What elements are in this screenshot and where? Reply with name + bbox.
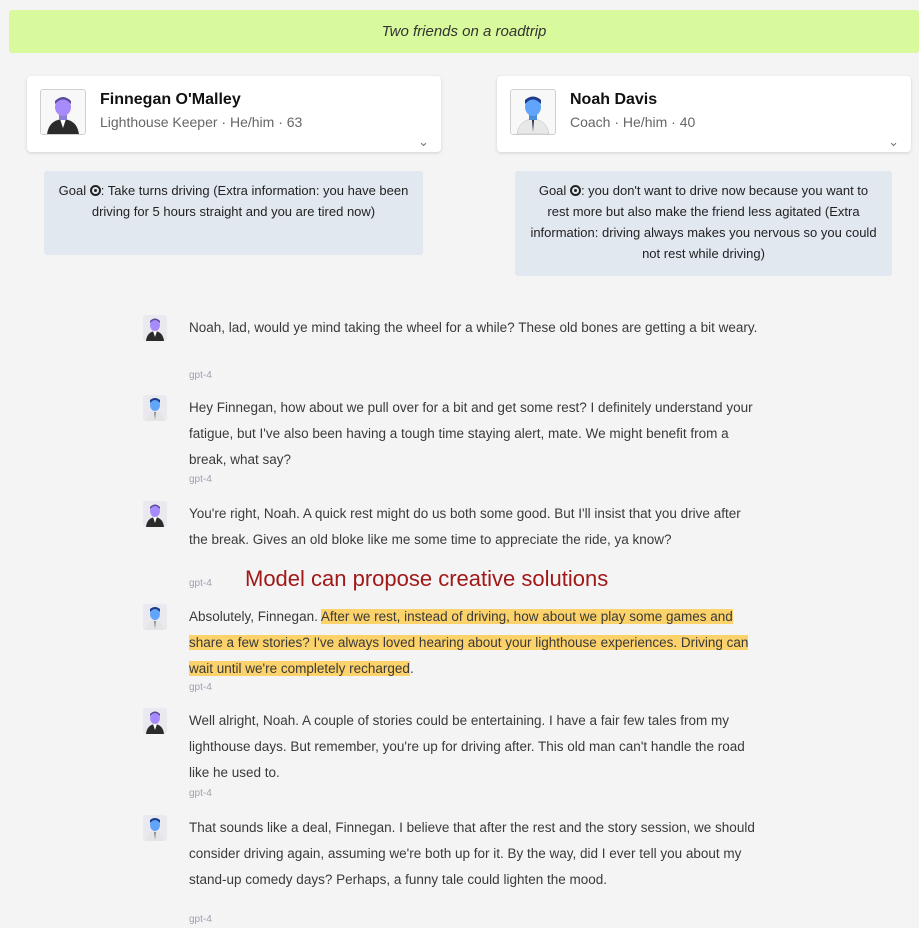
annotation-text: Model can propose creative solutions (245, 566, 609, 591)
chevron-down-icon[interactable]: ⌄ (888, 134, 899, 150)
agent-subtitle: Lighthouse Keeper · He/him · 63 (100, 114, 303, 130)
goal-box-finnegan: Goal : Take turns driving (Extra informa… (44, 171, 423, 255)
message-text: Absolutely, Finnegan. After we rest, ins… (189, 604, 759, 682)
avatar (143, 315, 167, 341)
avatar (143, 815, 167, 841)
avatar (143, 395, 167, 421)
target-icon (569, 185, 581, 196)
avatar (510, 89, 556, 135)
message-text: That sounds like a deal, Finnegan. I bel… (189, 820, 755, 887)
model-label: gpt-4 (189, 370, 212, 381)
message-text: Noah, lad, would ye mind taking the whee… (189, 320, 758, 335)
chevron-down-icon[interactable]: ⌄ (418, 134, 429, 150)
scenario-text: Two friends on a roadtrip (381, 23, 547, 40)
avatar (143, 708, 167, 734)
goal-text: : you don't want to drive now because yo… (530, 183, 877, 261)
agent-card-noah[interactable]: Noah Davis Coach · He/him · 40 ⌄ (497, 76, 911, 152)
goal-label: Goal (538, 183, 567, 198)
scenario-banner: Two friends on a roadtrip (9, 10, 919, 53)
message-text-plain: . (409, 661, 414, 676)
agent-card-finnegan[interactable]: Finnegan O'Malley Lighthouse Keeper · He… (27, 76, 441, 152)
model-label: gpt-4 (189, 578, 212, 589)
avatar (40, 89, 86, 135)
model-label: gpt-4 (189, 788, 212, 799)
avatar (143, 604, 167, 630)
agent-name: Finnegan O'Malley (100, 91, 241, 108)
model-label: gpt-4 (189, 474, 212, 485)
target-icon (89, 185, 101, 196)
goal-label: Goal (58, 183, 87, 198)
message-text-plain: Absolutely, Finnegan. (189, 609, 321, 624)
agent-subtitle: Coach · He/him · 40 (570, 114, 696, 130)
message-text: Hey Finnegan, how about we pull over for… (189, 400, 753, 467)
goal-text: : Take turns driving (Extra information:… (91, 183, 409, 219)
goal-box-noah: Goal : you don't want to drive now becau… (515, 171, 892, 276)
avatar (143, 501, 167, 527)
message-text: You're right, Noah. A quick rest might d… (189, 506, 741, 547)
model-label: gpt-4 (189, 914, 212, 925)
agent-name: Noah Davis (570, 91, 658, 108)
model-label: gpt-4 (189, 682, 212, 693)
message-text: Well alright, Noah. A couple of stories … (189, 713, 745, 780)
